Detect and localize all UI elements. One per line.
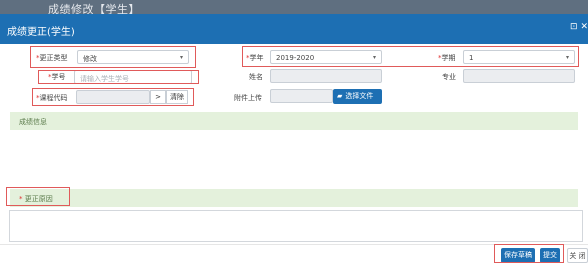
name-label: 姓名 (249, 73, 263, 81)
major-label: 专业 (442, 73, 456, 81)
school-year-label: *学年 (246, 54, 264, 62)
reason-textarea[interactable] (9, 210, 583, 242)
name-field (270, 69, 382, 83)
maximize-close-icons[interactable]: ⊡ ✕ (570, 22, 588, 32)
reason-section: * 更正原因 (10, 189, 578, 207)
save-draft-button[interactable]: 保存草稿 (501, 248, 535, 263)
student-id-input[interactable]: 请输入学生学号 (74, 70, 192, 84)
choose-file-button[interactable]: ▰ 选择文件 (333, 89, 382, 104)
clear-button[interactable]: 清除 (166, 90, 188, 104)
correction-type-label: *更正类型 (36, 54, 68, 62)
submit-button[interactable]: 提交 (540, 248, 560, 263)
grade-info-section: 成绩信息 (10, 112, 578, 130)
modal-title: 成绩更正(学生) (7, 27, 75, 38)
course-code-input (76, 90, 150, 104)
modal-header: 成绩更正(学生) ⊡ ✕ (0, 14, 588, 44)
semester-select[interactable]: 1 ▾ (463, 50, 575, 64)
major-field (463, 69, 575, 83)
chevron-down-icon: ▾ (372, 54, 376, 61)
footer-divider (0, 244, 588, 245)
semester-label: *学期 (438, 54, 456, 62)
chevron-down-icon: ▾ (565, 54, 569, 61)
student-id-label: *学号 (48, 73, 66, 81)
folder-icon: ▰ (337, 92, 343, 100)
attachment-label: 附件上传 (234, 94, 262, 102)
chevron-down-icon: ▾ (179, 54, 183, 61)
school-year-select[interactable]: 2019-2020 ▾ (270, 50, 382, 64)
attachment-field (270, 89, 333, 103)
close-button[interactable]: 关 闭 (567, 248, 588, 263)
course-picker-button[interactable]: > (150, 90, 166, 104)
correction-type-select[interactable]: 修改 ▾ (77, 50, 189, 64)
course-code-label: *课程代码 (36, 94, 68, 102)
